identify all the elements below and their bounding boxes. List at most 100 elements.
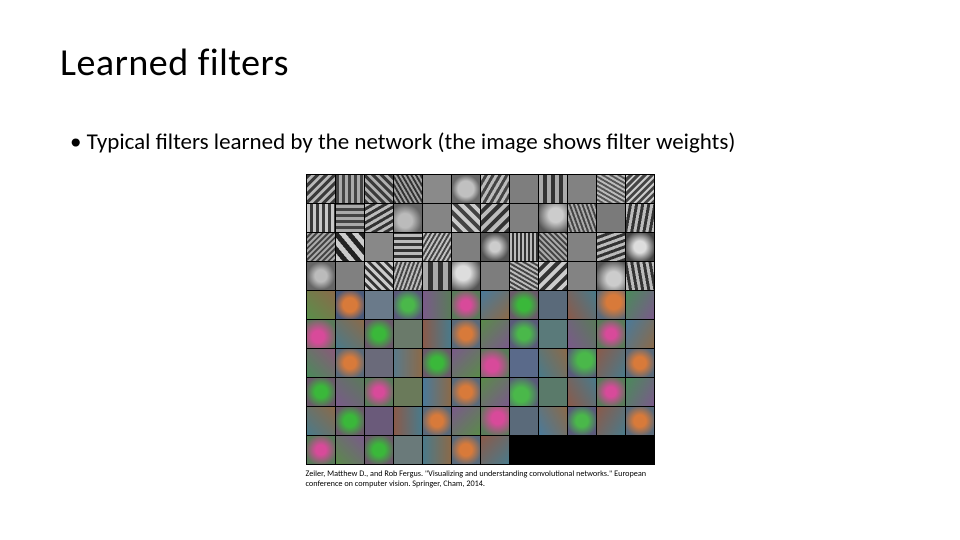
filter-tile xyxy=(423,262,451,290)
filter-tile xyxy=(307,262,335,290)
filter-tile xyxy=(423,378,451,406)
filter-tile xyxy=(568,262,596,290)
filter-tile xyxy=(307,349,335,377)
filter-tile xyxy=(307,320,335,348)
filter-tile xyxy=(394,378,422,406)
filter-tile xyxy=(597,407,625,435)
filter-tile xyxy=(365,175,393,203)
filter-tile xyxy=(452,320,480,348)
filter-tile xyxy=(626,233,654,261)
slide: Learned filters Typical filters learned … xyxy=(0,0,960,540)
filter-tile xyxy=(452,291,480,319)
filter-tile xyxy=(539,320,567,348)
filter-tile xyxy=(481,436,509,464)
filter-tile xyxy=(307,233,335,261)
filter-tile xyxy=(568,407,596,435)
filter-tile xyxy=(510,262,538,290)
filter-tile xyxy=(510,291,538,319)
filter-tile xyxy=(452,175,480,203)
filter-tile xyxy=(626,320,654,348)
filter-tile xyxy=(336,291,364,319)
filter-tile xyxy=(481,407,509,435)
filter-tile xyxy=(568,320,596,348)
filter-tile xyxy=(365,320,393,348)
filter-tile xyxy=(394,262,422,290)
filter-tile xyxy=(452,407,480,435)
filter-tile xyxy=(481,349,509,377)
filter-tile xyxy=(365,436,393,464)
filter-tile xyxy=(568,175,596,203)
filter-tile xyxy=(597,436,625,464)
filter-tile xyxy=(597,291,625,319)
filter-tile xyxy=(626,436,654,464)
filter-tile xyxy=(481,378,509,406)
filter-tile xyxy=(452,204,480,232)
filter-tile xyxy=(452,378,480,406)
filter-tile xyxy=(336,233,364,261)
figure-caption: Zeiler, Matthew D., and Rob Fergus. "Vis… xyxy=(306,469,655,490)
filter-tile xyxy=(336,320,364,348)
filter-tile xyxy=(539,262,567,290)
filter-tile xyxy=(626,204,654,232)
filter-tile xyxy=(539,378,567,406)
filter-tile xyxy=(394,175,422,203)
filter-tile xyxy=(365,407,393,435)
filter-tile xyxy=(539,204,567,232)
filter-tile xyxy=(307,407,335,435)
bullet-filters: Typical filters learned by the network (… xyxy=(70,128,900,156)
filter-tile xyxy=(597,320,625,348)
filter-tile xyxy=(423,436,451,464)
filter-tile xyxy=(336,204,364,232)
filter-tile xyxy=(336,349,364,377)
filter-tile xyxy=(539,407,567,435)
figure-wrapper: Zeiler, Matthew D., and Rob Fergus. "Vis… xyxy=(60,174,900,490)
filter-tile xyxy=(568,233,596,261)
filter-tile xyxy=(481,204,509,232)
filter-tile xyxy=(510,204,538,232)
filter-tile xyxy=(626,262,654,290)
filter-tile xyxy=(423,233,451,261)
filter-tile xyxy=(394,407,422,435)
slide-title: Learned filters xyxy=(60,40,900,86)
filter-tile xyxy=(307,175,335,203)
filter-tile xyxy=(423,407,451,435)
filter-tile xyxy=(510,233,538,261)
filter-tile xyxy=(539,349,567,377)
filter-tile xyxy=(481,291,509,319)
filter-tile xyxy=(597,175,625,203)
filter-tile xyxy=(568,436,596,464)
filter-tile xyxy=(568,291,596,319)
filter-tile xyxy=(510,320,538,348)
filter-tile xyxy=(597,378,625,406)
filter-tile xyxy=(568,378,596,406)
filter-tile xyxy=(423,175,451,203)
filter-tile xyxy=(307,436,335,464)
filter-tile xyxy=(510,175,538,203)
filter-tile xyxy=(336,436,364,464)
filter-tile xyxy=(336,407,364,435)
filter-tile xyxy=(510,436,538,464)
filter-tile xyxy=(510,407,538,435)
filter-tile xyxy=(568,349,596,377)
filter-tile xyxy=(481,233,509,261)
filter-tile xyxy=(423,291,451,319)
filter-tile xyxy=(568,204,596,232)
filter-tile xyxy=(597,349,625,377)
filter-tile xyxy=(365,378,393,406)
filter-tile xyxy=(539,291,567,319)
filter-tile xyxy=(365,233,393,261)
filter-tile xyxy=(539,175,567,203)
filter-tile xyxy=(307,204,335,232)
filter-tile xyxy=(307,378,335,406)
filter-tile xyxy=(452,349,480,377)
filter-tile xyxy=(626,175,654,203)
filter-tile xyxy=(539,233,567,261)
filter-tile xyxy=(597,204,625,232)
filter-tile xyxy=(539,436,567,464)
filter-tile xyxy=(626,349,654,377)
filter-tile xyxy=(423,320,451,348)
filter-tile xyxy=(510,349,538,377)
filter-tile xyxy=(452,436,480,464)
filter-tile xyxy=(336,378,364,406)
filter-grid-image xyxy=(306,174,655,465)
